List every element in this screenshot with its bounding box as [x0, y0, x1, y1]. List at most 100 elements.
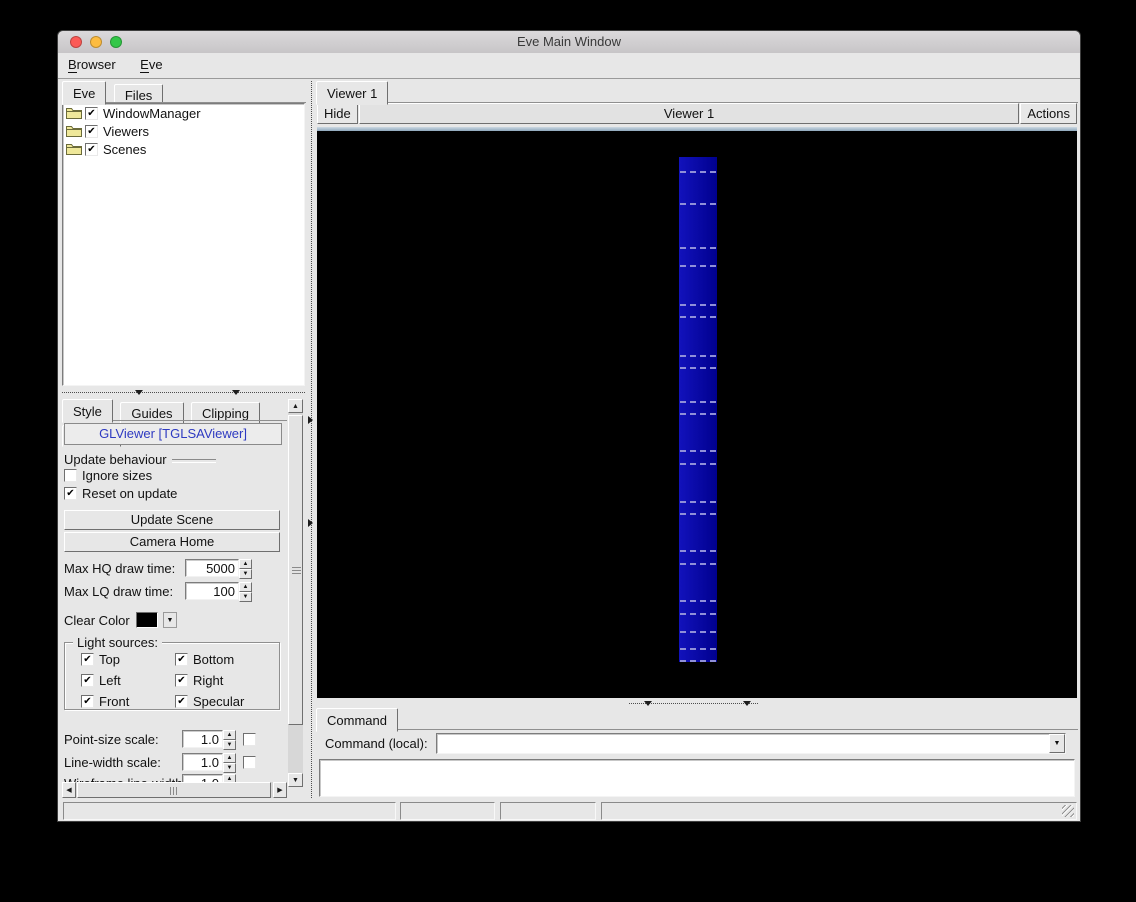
actions-button[interactable]: Actions: [1020, 103, 1077, 124]
scroll-down-icon[interactable]: ▼: [288, 773, 303, 787]
max-lq-row: Max LQ draw time: 100 ▲ ▼: [64, 582, 252, 602]
resize-grip[interactable]: [1062, 805, 1074, 817]
main-vertical-splitter[interactable]: [307, 81, 316, 798]
clear-color-dropdown-icon[interactable]: ▼: [163, 612, 177, 628]
checkbox-light-specular[interactable]: ✔ Specular: [175, 694, 244, 709]
folder-icon: [66, 126, 82, 137]
tree-checkbox[interactable]: ✔: [85, 124, 98, 138]
gl-viewport[interactable]: [317, 131, 1077, 698]
segment-dash-line: [680, 600, 716, 602]
max-hq-spinbox: 5000 ▲ ▼: [185, 559, 252, 579]
line-width-value[interactable]: 1.0: [182, 753, 223, 771]
spin-up-icon[interactable]: ▲: [223, 774, 236, 782]
segment-dash-line: [680, 631, 716, 633]
menu-browser[interactable]: Browser: [58, 53, 126, 73]
wireframe-row: Wireframe line-width 1.0 ▲▼: [64, 774, 236, 782]
checkbox-light-right[interactable]: ✔ Right: [175, 673, 244, 688]
tab-style[interactable]: Style: [62, 399, 113, 423]
splitter-arrow-icon: [308, 519, 313, 527]
splitter-arrow-icon: [232, 390, 241, 395]
viewer-title: Viewer 1: [358, 103, 1020, 124]
spin-up-icon[interactable]: ▲: [239, 582, 252, 592]
point-size-checkbox[interactable]: [243, 732, 256, 746]
status-cell: [500, 802, 596, 820]
command-label: Command (local):: [325, 735, 428, 751]
splitter-arrow-icon: [742, 701, 751, 706]
spin-up-icon[interactable]: ▲: [223, 753, 236, 763]
segment-dash-line: [680, 401, 716, 403]
command-input[interactable]: [436, 733, 1049, 753]
segment-dash-line: [680, 247, 716, 249]
checkbox-light-left[interactable]: ✔ Left: [81, 673, 175, 688]
splitter-arrow-icon: [134, 390, 143, 395]
hide-button[interactable]: Hide: [317, 103, 358, 124]
checkbox-light-bottom[interactable]: ✔ Bottom: [175, 652, 244, 667]
segment-dash-line: [680, 203, 716, 205]
update-scene-button[interactable]: Update Scene: [64, 510, 280, 530]
eve-main-window: Eve Main Window Browser Eve Eve Files ✔ …: [57, 30, 1081, 822]
point-size-spinbox: 1.0 ▲ ▼: [182, 730, 236, 750]
segment-dash-line: [680, 367, 716, 369]
scroll-left-icon[interactable]: ◀: [62, 782, 76, 798]
window-title: Eve Main Window: [516, 34, 622, 49]
max-lq-value[interactable]: 100: [185, 582, 239, 600]
spin-up-icon[interactable]: ▲: [223, 730, 236, 740]
max-hq-value[interactable]: 5000: [185, 559, 239, 577]
left-tabbar: Eve Files: [62, 81, 306, 106]
segment-dash-line: [680, 355, 716, 357]
wireframe-value[interactable]: 1.0: [182, 774, 223, 782]
checkbox-ignore-sizes[interactable]: Ignore sizes: [64, 468, 152, 483]
clear-color-swatch[interactable]: [136, 612, 158, 628]
tab-eve[interactable]: Eve: [62, 81, 107, 105]
titlebar[interactable]: Eve Main Window: [58, 31, 1080, 54]
style-vertical-scrollbar[interactable]: ▲ ▼: [288, 399, 303, 787]
wireframe-spinbox: 1.0 ▲▼: [182, 774, 236, 782]
segment-dash-line: [680, 563, 716, 565]
style-horizontal-scrollbar[interactable]: ◀ ▶: [62, 782, 287, 798]
spin-down-icon[interactable]: ▼: [239, 592, 252, 602]
checkbox-reset-on-update[interactable]: ✔ Reset on update: [64, 486, 177, 501]
clear-color-row: Clear Color ▼: [64, 612, 177, 628]
tree-item-windowmanager[interactable]: ✔ WindowManager: [63, 104, 304, 122]
spin-up-icon[interactable]: ▲: [239, 559, 252, 569]
scroll-up-icon[interactable]: ▲: [288, 399, 303, 413]
camera-home-button[interactable]: Camera Home: [64, 532, 280, 552]
command-combobox: ▼: [435, 732, 1066, 754]
tree-checkbox[interactable]: ✔: [85, 142, 98, 156]
point-size-value[interactable]: 1.0: [182, 730, 223, 748]
tree-item-scenes[interactable]: ✔ Scenes: [63, 140, 304, 158]
glviewer-button[interactable]: GLViewer [TGLSAViewer]: [64, 423, 282, 445]
spin-down-icon[interactable]: ▼: [223, 763, 236, 773]
point-size-row: Point-size scale: 1.0 ▲ ▼: [64, 730, 256, 750]
segment-dash-line: [680, 613, 716, 615]
left-horizontal-splitter[interactable]: [62, 388, 305, 397]
menu-eve[interactable]: Eve: [130, 53, 172, 73]
tree-item-label: WindowManager: [103, 105, 201, 121]
checkbox-light-front[interactable]: ✔ Front: [81, 694, 175, 709]
line-width-checkbox[interactable]: [243, 755, 256, 769]
max-lq-spinbox: 100 ▲ ▼: [185, 582, 252, 602]
spin-down-icon[interactable]: ▼: [239, 569, 252, 579]
command-output[interactable]: [319, 759, 1075, 797]
splitter-arrow-icon: [643, 701, 652, 706]
spin-down-icon[interactable]: ▼: [223, 740, 236, 750]
scrollbar-thumb[interactable]: [288, 415, 303, 725]
tree-checkbox[interactable]: ✔: [85, 106, 98, 120]
viewer-tabbar: Viewer 1: [316, 81, 1078, 105]
checkbox-light-top[interactable]: ✔ Top: [81, 652, 175, 667]
light-sources-group: Light sources: ✔ Top ✔ Bottom ✔ Left ✔ Right…: [64, 635, 280, 710]
scroll-right-icon[interactable]: ▶: [273, 782, 287, 798]
tab-command[interactable]: Command: [316, 708, 398, 732]
command-splitter[interactable]: [317, 699, 1077, 708]
combo-dropdown-icon[interactable]: ▼: [1049, 733, 1065, 753]
segment-dash-line: [680, 316, 716, 318]
tab-viewer-1[interactable]: Viewer 1: [316, 81, 389, 105]
segment-dash-line: [680, 265, 716, 267]
tree-item-viewers[interactable]: ✔ Viewers: [63, 122, 304, 140]
status-cell: [601, 802, 1077, 820]
segment-dash-line: [680, 450, 716, 452]
scrollbar-thumb[interactable]: [77, 782, 271, 798]
segment-dash-line: [680, 463, 716, 465]
eve-tree: ✔ WindowManager ✔ Viewers ✔ Scenes: [62, 103, 305, 386]
folder-icon: [66, 108, 82, 119]
